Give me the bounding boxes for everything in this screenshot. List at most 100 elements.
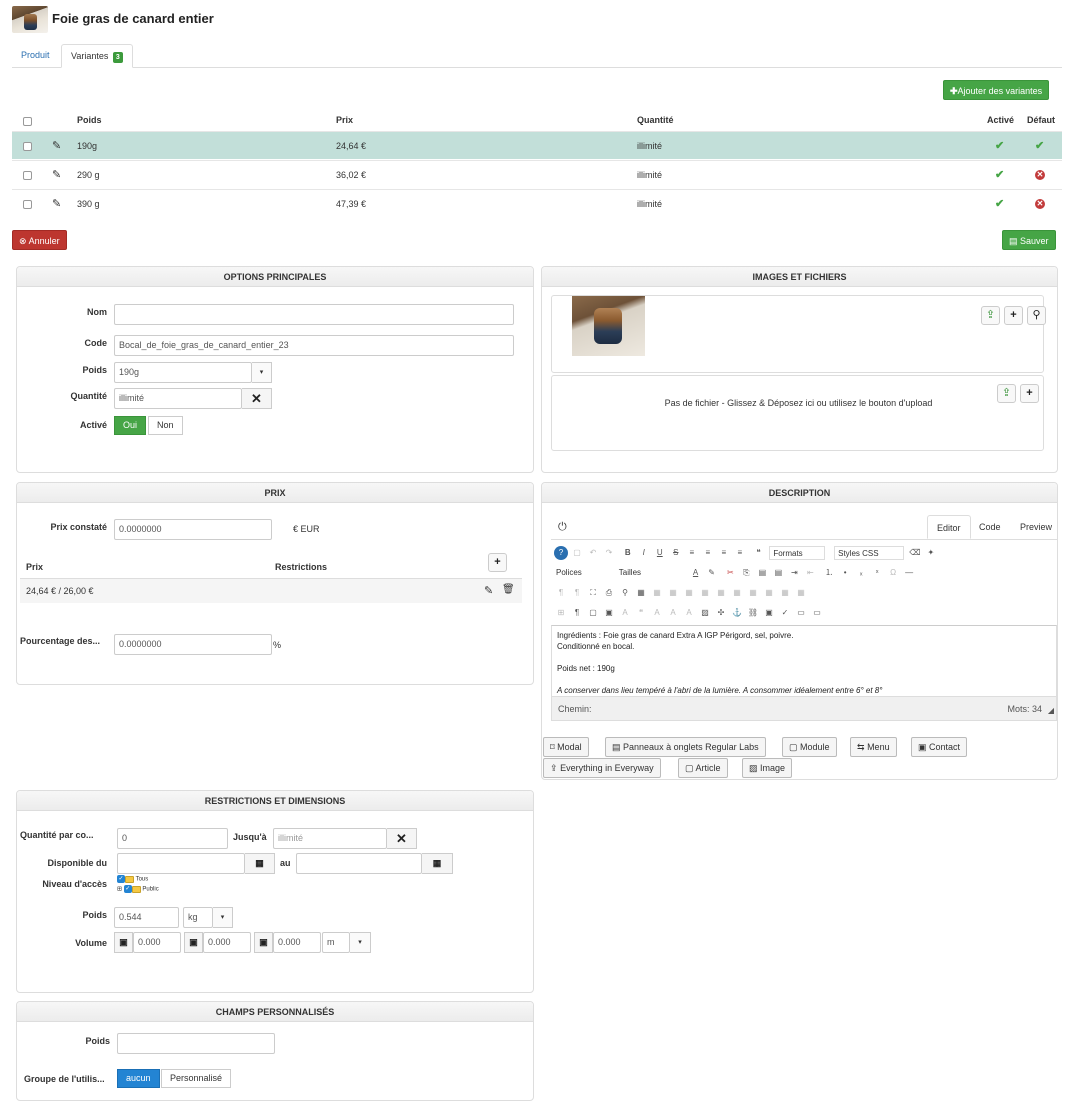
tab-editor[interactable]: Editor	[927, 515, 971, 539]
image-icon[interactable]: ▨	[698, 606, 712, 620]
ins-icon[interactable]: A	[682, 606, 696, 620]
table-split-icon[interactable]: ▦	[714, 586, 728, 600]
strikethrough-icon[interactable]: S	[669, 546, 683, 560]
table-row[interactable]: ✎ 390 g 47,39 € illimité ✔ ✕	[12, 189, 1062, 217]
row-checkbox[interactable]	[23, 200, 32, 209]
font-size-select[interactable]: Tailles	[615, 566, 678, 580]
paste-text-icon[interactable]: ▤	[771, 566, 785, 580]
tabs-button[interactable]: ▤ Panneaux à onglets Regular Labs	[605, 737, 766, 757]
image-dropzone[interactable]: ⇪ + ⚲	[551, 295, 1046, 373]
redo-icon[interactable]: ↷	[602, 546, 616, 560]
clear-icon[interactable]: ✕	[242, 388, 272, 409]
add-icon[interactable]: +	[1004, 306, 1023, 325]
table-col-icon[interactable]: ▦	[666, 586, 680, 600]
edit-icon[interactable]: ✎	[52, 190, 61, 218]
link-icon[interactable]: ⚲	[1027, 306, 1046, 325]
row-checkbox[interactable]	[23, 142, 32, 151]
highlight-icon[interactable]: ✎	[705, 566, 719, 580]
visual-aid-icon[interactable]: ⊞	[554, 606, 568, 620]
article-button[interactable]: ▢ Article	[678, 758, 728, 778]
trash-icon[interactable]: 🗑	[502, 584, 515, 595]
edit-icon[interactable]: ✎	[484, 584, 493, 597]
modal-button[interactable]: ⌑ Modal	[543, 737, 589, 757]
search-icon[interactable]: ⚲	[618, 586, 632, 600]
resize-handle-icon[interactable]: ◢	[1048, 699, 1054, 723]
text-color-icon[interactable]: A	[689, 566, 703, 580]
help-icon[interactable]: ?	[554, 546, 568, 560]
image-button[interactable]: ▨ Image	[742, 758, 793, 778]
print-icon[interactable]: ⎙	[602, 586, 616, 600]
underline-icon[interactable]: U	[653, 546, 667, 560]
group-none-toggle[interactable]: aucun	[117, 1069, 160, 1088]
weight-input[interactable]: 0.544	[114, 907, 179, 928]
prix-constate-input[interactable]: 0.0000000	[114, 519, 272, 540]
pourcentage-input[interactable]: 0.0000000	[114, 634, 272, 655]
template-icon[interactable]: ▢	[586, 606, 600, 620]
table-col-del-icon[interactable]: ▦	[778, 586, 792, 600]
access-node-tous[interactable]: ✓ Tous	[117, 875, 159, 883]
jusqua-input[interactable]: illimité	[273, 828, 387, 849]
expand-icon[interactable]: ⊞	[117, 887, 122, 893]
readmore-icon[interactable]: ▭	[810, 606, 824, 620]
quantite-input[interactable]: illimité	[114, 388, 242, 409]
weight-unit-select[interactable]: kg	[183, 907, 213, 928]
styles-select[interactable]: Styles CSS	[834, 546, 905, 560]
tab-variantes[interactable]: Variantes 3	[61, 44, 133, 68]
indent-icon[interactable]: ⇥	[787, 566, 801, 580]
price-row[interactable]: 24,64 € / 26,00 € ✎ 🗑	[20, 578, 522, 603]
check-icon[interactable]: ✔	[995, 161, 1004, 189]
link-icon[interactable]: ⛓	[746, 606, 760, 620]
spellcheck-icon[interactable]: ✓	[778, 606, 792, 620]
plugin-icon[interactable]: ✣	[714, 606, 728, 620]
product-image[interactable]	[572, 296, 645, 356]
x-circle-icon[interactable]: ✕	[1035, 170, 1045, 180]
subscript-icon[interactable]: ₓ	[854, 566, 868, 580]
row-checkbox[interactable]	[23, 171, 32, 180]
table-props-icon[interactable]: ▦	[746, 586, 760, 600]
date-from-input[interactable]	[117, 853, 245, 874]
access-node-public[interactable]: ⊞ ✓ Public	[117, 885, 159, 893]
check-icon[interactable]: ✔	[995, 132, 1004, 160]
group-custom-toggle[interactable]: Personnalisé	[161, 1069, 232, 1088]
ltr-icon[interactable]: ¶	[554, 586, 568, 600]
table-row-icon[interactable]: ▦	[650, 586, 664, 600]
paste-icon[interactable]: ▤	[755, 566, 769, 580]
font-family-select[interactable]: Polices	[553, 566, 607, 580]
acronym-icon[interactable]: A	[650, 606, 664, 620]
align-center-icon[interactable]: ≡	[701, 546, 715, 560]
poids-select[interactable]: 190g	[114, 362, 252, 383]
clean-icon[interactable]: ✦	[924, 546, 938, 560]
tab-preview[interactable]: Preview	[1011, 515, 1061, 539]
new-doc-icon[interactable]: ▢	[570, 546, 584, 560]
pagebreak-icon[interactable]: ▭	[794, 606, 808, 620]
volume-y-input[interactable]: 0.000	[203, 932, 251, 953]
abbr-icon[interactable]: A	[618, 606, 632, 620]
menu-button[interactable]: ⇆ Menu	[850, 737, 897, 757]
eraser-icon[interactable]: ⌫	[908, 546, 922, 560]
x-circle-icon[interactable]: ✕	[1035, 199, 1045, 209]
formats-select[interactable]: Formats	[769, 546, 826, 560]
del-icon[interactable]: A	[666, 606, 680, 620]
save-button[interactable]: ▤ Sauver	[1002, 230, 1056, 250]
volume-unit-select[interactable]: m	[322, 932, 350, 953]
add-variants-button[interactable]: ✚Ajouter des variantes	[943, 80, 1050, 100]
upload-icon[interactable]: ⇪	[981, 306, 1000, 325]
chevron-down-icon[interactable]: ▾	[252, 362, 272, 383]
nom-input[interactable]	[114, 304, 514, 325]
code-input[interactable]: Bocal_de_foie_gras_de_canard_entier_23	[114, 335, 514, 356]
add-price-button[interactable]: +	[488, 553, 507, 572]
rtl-icon[interactable]: ¶	[570, 586, 584, 600]
qty-input[interactable]: 0	[117, 828, 228, 849]
superscript-icon[interactable]: ˣ	[870, 566, 884, 580]
align-right-icon[interactable]: ≡	[717, 546, 731, 560]
copy-icon[interactable]: ⎘	[739, 566, 753, 580]
char-map-icon[interactable]: Ω	[886, 566, 900, 580]
fullscreen-icon[interactable]: ⛶	[586, 586, 600, 600]
align-justify-icon[interactable]: ≡	[733, 546, 747, 560]
edit-icon[interactable]: ✎	[52, 161, 61, 189]
calendar-icon[interactable]: ▦	[422, 853, 453, 874]
table-icon[interactable]: ▦	[634, 586, 648, 600]
volume-x-input[interactable]: 0.000	[133, 932, 181, 953]
table-row[interactable]: ✎ 290 g 36,02 € illimité ✔ ✕	[12, 160, 1062, 188]
volume-z-input[interactable]: 0.000	[273, 932, 321, 953]
